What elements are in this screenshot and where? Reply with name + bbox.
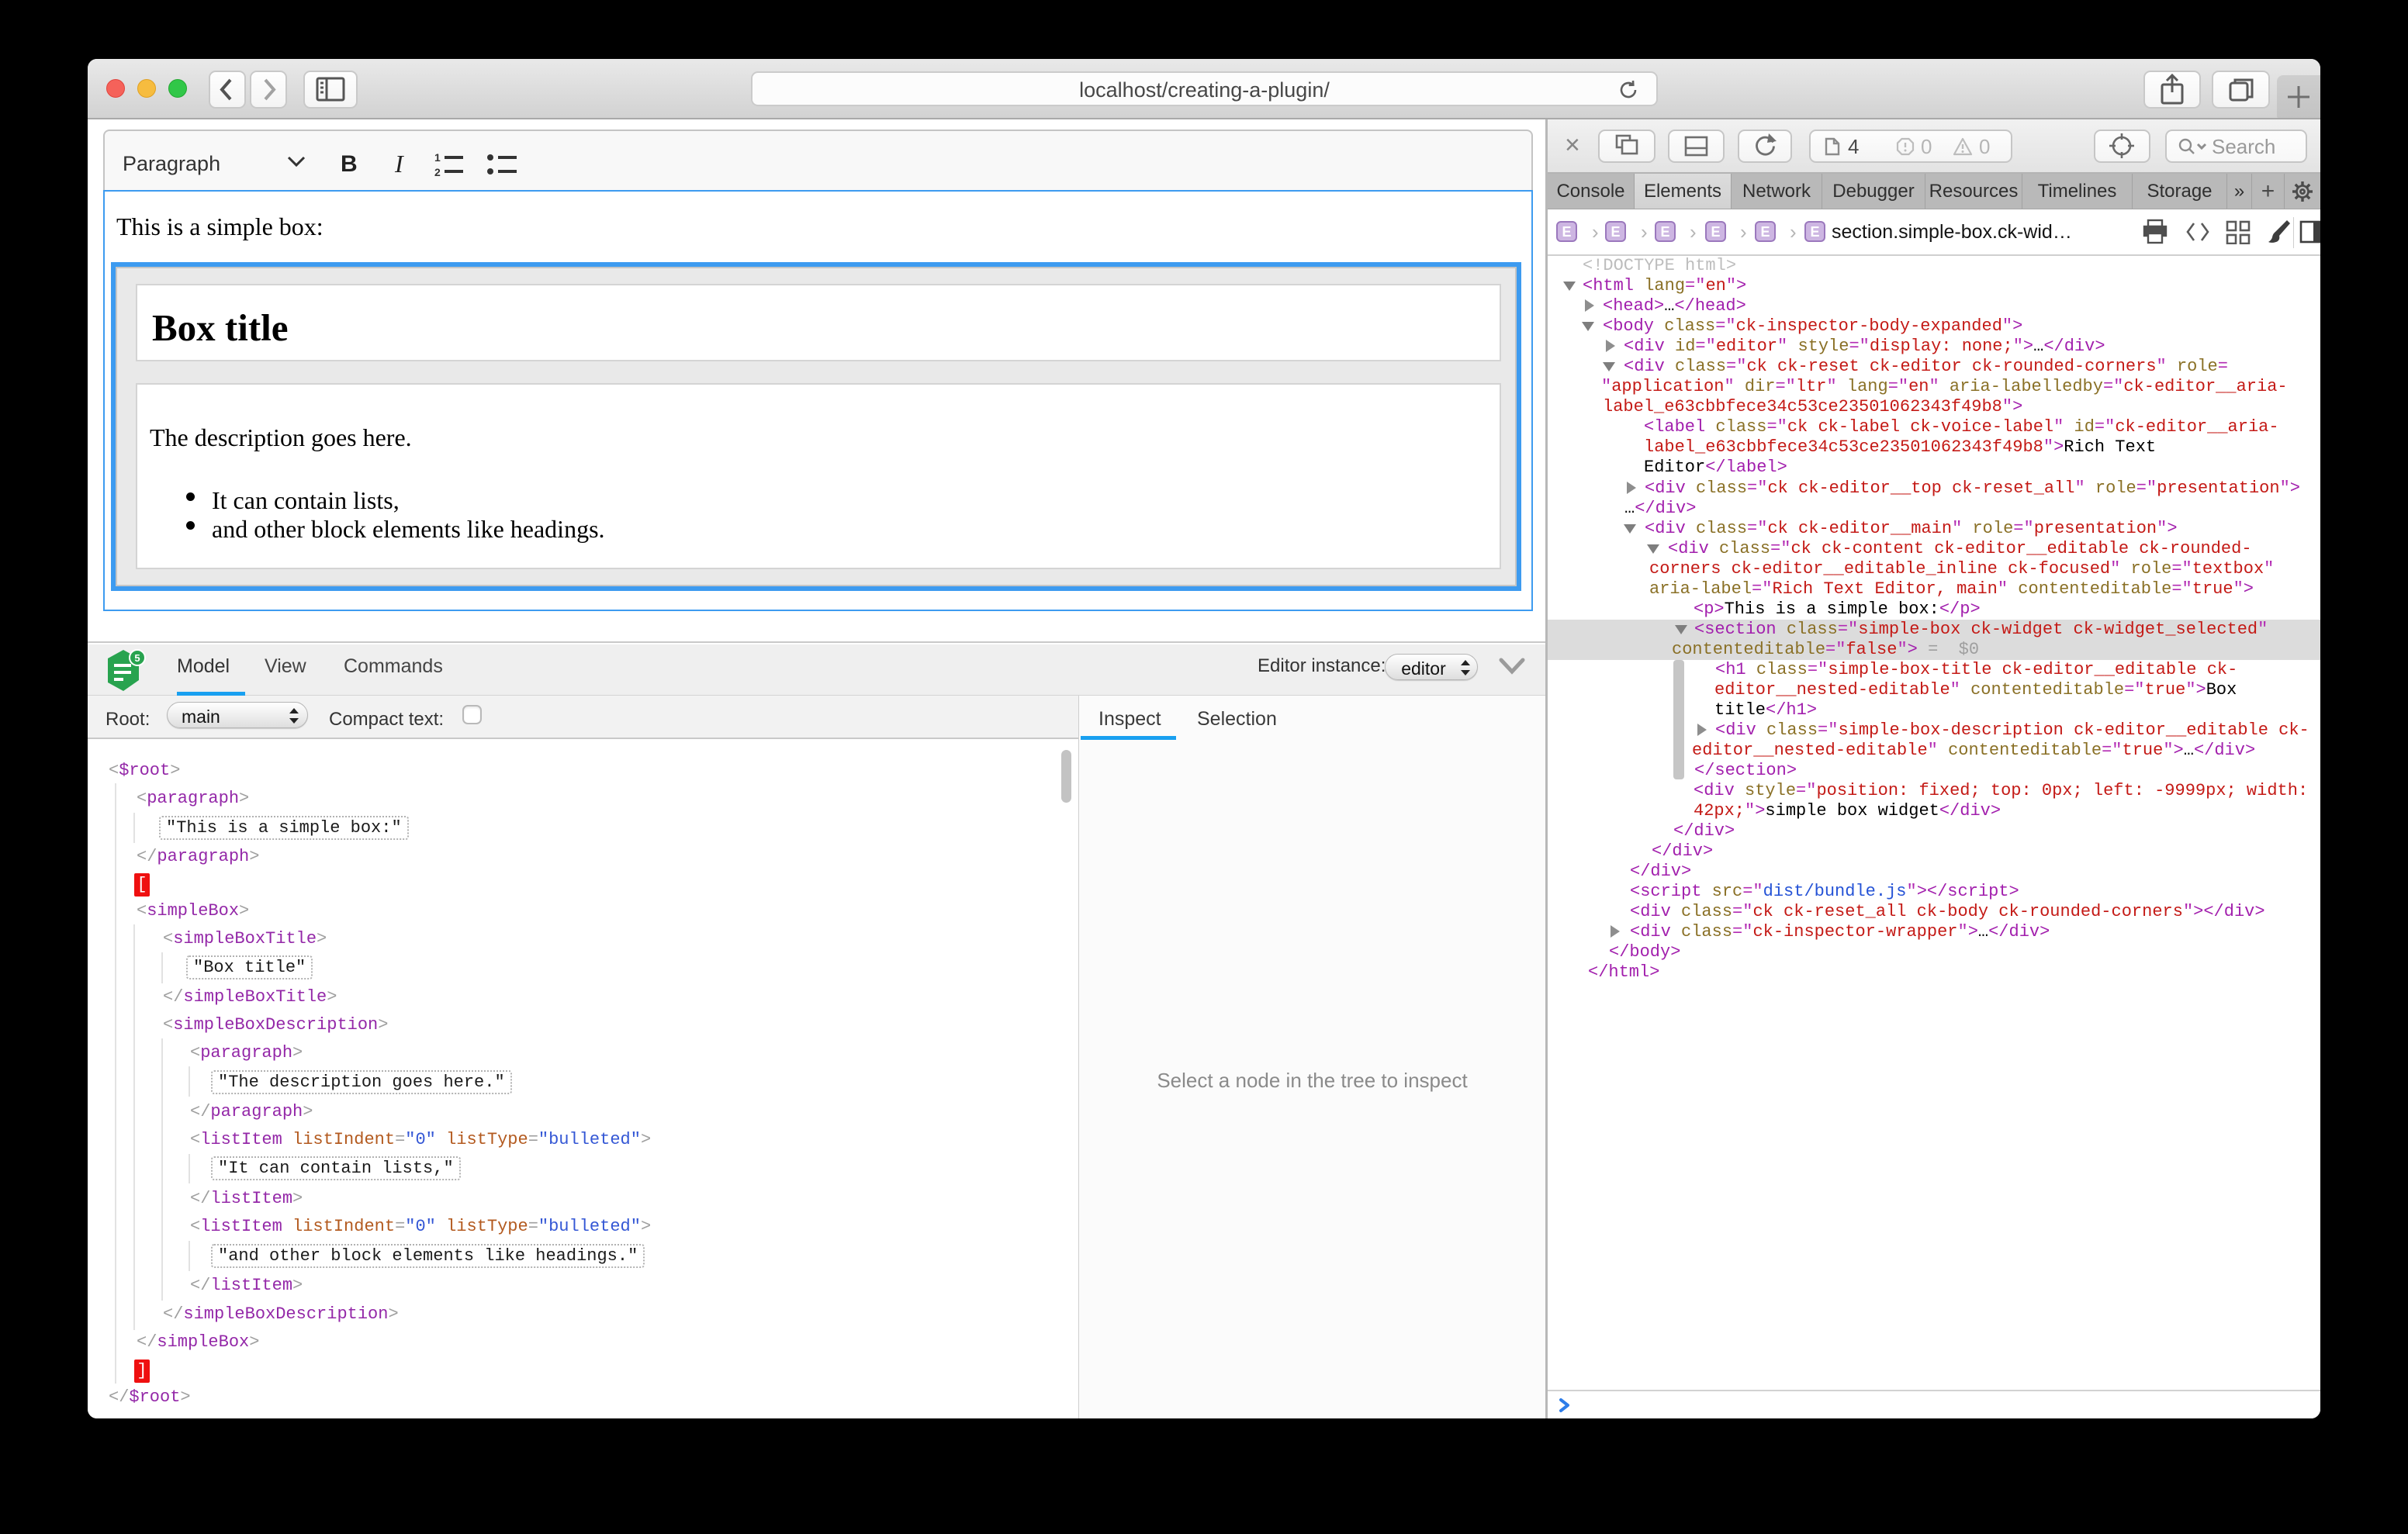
svg-text:1: 1 <box>434 151 441 164</box>
svg-text:2: 2 <box>434 166 441 178</box>
svg-text:5: 5 <box>134 652 140 664</box>
